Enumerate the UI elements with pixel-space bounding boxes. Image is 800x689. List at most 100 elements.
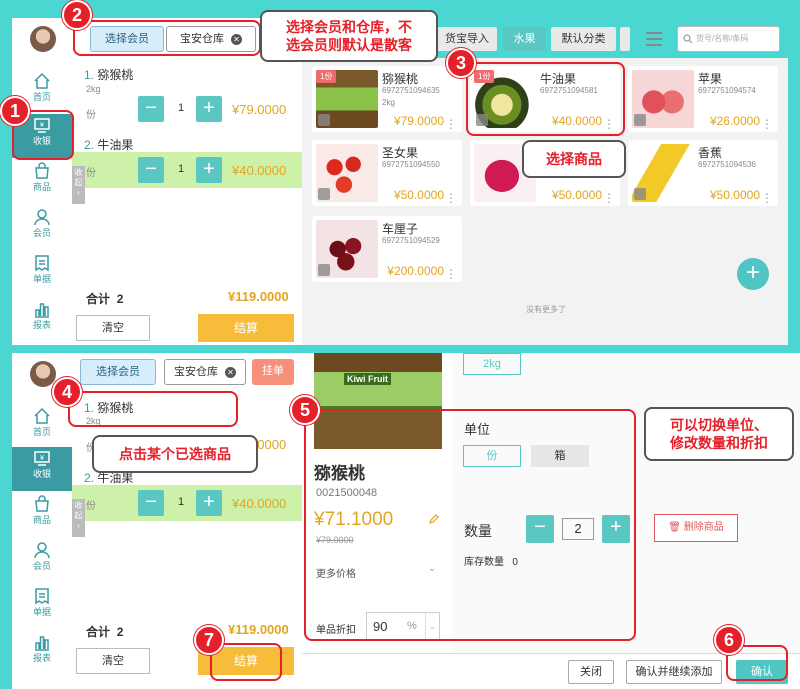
sidebar-label-home: 首页 (32, 92, 51, 102)
more-icon[interactable]: ⋮ (445, 192, 457, 204)
clear-button[interactable]: 清空 (76, 648, 150, 674)
goods-code: 6972751094536 (698, 160, 756, 169)
total-text: 合计 (86, 292, 111, 306)
callout-text: 点击某个已选商品 (119, 446, 231, 462)
sidebar-item-report[interactable]: 报表 (12, 298, 72, 342)
item-no: 1. (84, 68, 95, 82)
qty-minus-button[interactable]: − (138, 96, 164, 122)
sidebar-item-report[interactable]: 报表 (12, 631, 72, 675)
qty-value: 1 (177, 496, 185, 508)
goods-card[interactable]: 香蕉 6972751094536 ¥50.0000 ⋮ (628, 140, 778, 206)
trash-icon: 🗑 (668, 522, 681, 533)
sidebar-item-receipt[interactable]: 单据 (12, 585, 72, 629)
sidebar-item-goods[interactable]: 商品 (12, 493, 72, 537)
avatar[interactable] (30, 26, 56, 52)
avatar[interactable] (30, 361, 56, 387)
item-price: ¥40.0000 (232, 496, 287, 511)
callout-text: 修改数量和折扣 (670, 435, 768, 451)
more-icon[interactable]: ⋮ (761, 192, 773, 204)
product-image-label: Kiwi Fruit (344, 373, 391, 385)
expand-icon[interactable] (318, 264, 330, 276)
close-button[interactable]: 关闭 (568, 660, 614, 684)
warehouse-select[interactable]: 宝安仓库 ✕ (164, 359, 246, 385)
sidebar-label-cashier: 收银 (32, 469, 51, 479)
goods-price: ¥50.0000 (393, 188, 444, 202)
expand-icon[interactable] (318, 188, 330, 200)
sidebar-item-receipt[interactable]: 单据 (12, 252, 72, 296)
more-icon[interactable]: ⋮ (603, 192, 615, 204)
step-marker-4: 4 (52, 377, 82, 407)
sidebar-item-cashier[interactable]: ¥ 收银 (12, 447, 72, 491)
step-marker-7: 7 (194, 625, 224, 655)
cart-item-2[interactable]: 2. 牛油果 (84, 136, 133, 153)
expand-icon[interactable] (634, 114, 646, 126)
qty-plus-button[interactable]: + (196, 157, 222, 183)
menu-icon[interactable] (645, 31, 663, 50)
total-amount: ¥119.0000 (228, 622, 289, 637)
receipt-icon (35, 255, 49, 272)
goods-card[interactable]: 圣女果 6972751094550 ¥50.0000 ⋮ (312, 140, 462, 206)
cart-item-1[interactable]: 1. 猕猴桃 (84, 66, 133, 83)
qty-plus-button[interactable]: + (196, 490, 222, 516)
goods-code: 6972751094529 (382, 236, 440, 245)
spec-option[interactable]: 2kg (463, 353, 521, 375)
more-icon[interactable]: ⋮ (445, 268, 457, 280)
more-icon[interactable]: ⋮ (445, 118, 457, 130)
expand-icon[interactable] (318, 114, 330, 126)
highlight-member-warehouse (73, 20, 261, 56)
goods-price: ¥200.0000 (387, 264, 444, 278)
goods-price: ¥79.0000 (393, 114, 444, 128)
qty-minus-button[interactable]: − (138, 157, 164, 183)
sidebar-item-member[interactable]: 会员 (12, 539, 72, 583)
step-marker-1: 1 (0, 96, 30, 126)
goods-card[interactable]: 苹果 6972751094574 ¥26.0000 ⋮ (628, 66, 778, 132)
screen-cashier-select: 首页 ¥ 收银 商品 会员 单据 报表 选择会员 宝安仓库 ✕ 1. 猕猴桃 2… (0, 0, 800, 345)
confirm-continue-button[interactable]: 确认并继续添加 (626, 660, 722, 684)
goods-name: 车厘子 (382, 222, 419, 236)
callout-select-goods: 选择商品 (522, 140, 626, 178)
expand-icon[interactable] (634, 188, 646, 200)
sidebar: 首页 ¥ 收银 商品 会员 单据 报表 (12, 18, 72, 345)
receipt-icon (35, 588, 49, 605)
goods-card[interactable]: 车厘子 6972751094529 ¥200.0000 ⋮ (312, 216, 462, 282)
search-input[interactable]: 货号/名称/条码 (677, 26, 780, 52)
collapse-tab[interactable]: 收起 ‹ (72, 166, 85, 204)
screen-cashier-edit: 首页 ¥ 收银 商品 会员 单据 报表 选择会员 宝安仓库 ✕ 挂单 1. 猕猴… (0, 353, 800, 689)
cart-panel: 选择会员 宝安仓库 ✕ 1. 猕猴桃 2kg 份 − 1 + ¥79.0000 … (72, 18, 302, 345)
sidebar-item-member[interactable]: 会员 (12, 206, 72, 250)
collapse-label: 收起 (74, 168, 83, 187)
add-goods-button[interactable]: + (737, 258, 769, 290)
search-placeholder: 货号/名称/条码 (696, 34, 749, 43)
goods-name: 香蕉 (698, 146, 723, 160)
search-icon (683, 34, 693, 44)
qty-minus-button[interactable]: − (138, 490, 164, 516)
goods-code: 6972751094574 (698, 86, 756, 95)
callout-text: 选择商品 (546, 151, 602, 167)
sidebar-item-goods[interactable]: 商品 (12, 160, 72, 204)
callout-text: 选择会员和仓库，不 (286, 19, 412, 35)
checkout-button[interactable]: 结算 (198, 314, 294, 342)
total-amount: ¥119.0000 (228, 289, 289, 304)
goods-card[interactable]: 1份 猕猴桃 6972751094635 2kg ¥79.0000 ⋮ (312, 66, 462, 132)
goods-price: ¥26.0000 (709, 114, 760, 128)
qty-plus-button[interactable]: + (196, 96, 222, 122)
select-member-button[interactable]: 选择会员 (80, 359, 156, 385)
clear-warehouse-icon[interactable]: ✕ (225, 367, 237, 378)
sidebar-label-home: 首页 (32, 427, 51, 437)
more-icon[interactable]: ⋮ (761, 118, 773, 130)
sidebar-item-home[interactable]: 首页 (12, 405, 72, 449)
goods-code: 6972751094635 (382, 86, 440, 95)
goods-icon (35, 495, 49, 512)
tab-import[interactable]: 货宝导入 (437, 27, 497, 51)
collapse-tab[interactable]: 收起 ‹ (72, 499, 85, 537)
tab-more[interactable] (620, 27, 630, 51)
tab-fruit[interactable]: 水果 (503, 27, 546, 51)
callout-text: 可以切换单位、 (670, 417, 768, 433)
item-name: 牛油果 (97, 138, 134, 152)
hold-order-button[interactable]: 挂单 (252, 359, 294, 385)
total-text: 合计 (86, 625, 111, 639)
sidebar-label-receipt: 单据 (32, 274, 51, 284)
tab-default[interactable]: 默认分类 (551, 27, 616, 51)
clear-button[interactable]: 清空 (76, 315, 150, 341)
delete-goods-button[interactable]: 🗑 删除商品 (654, 514, 738, 542)
